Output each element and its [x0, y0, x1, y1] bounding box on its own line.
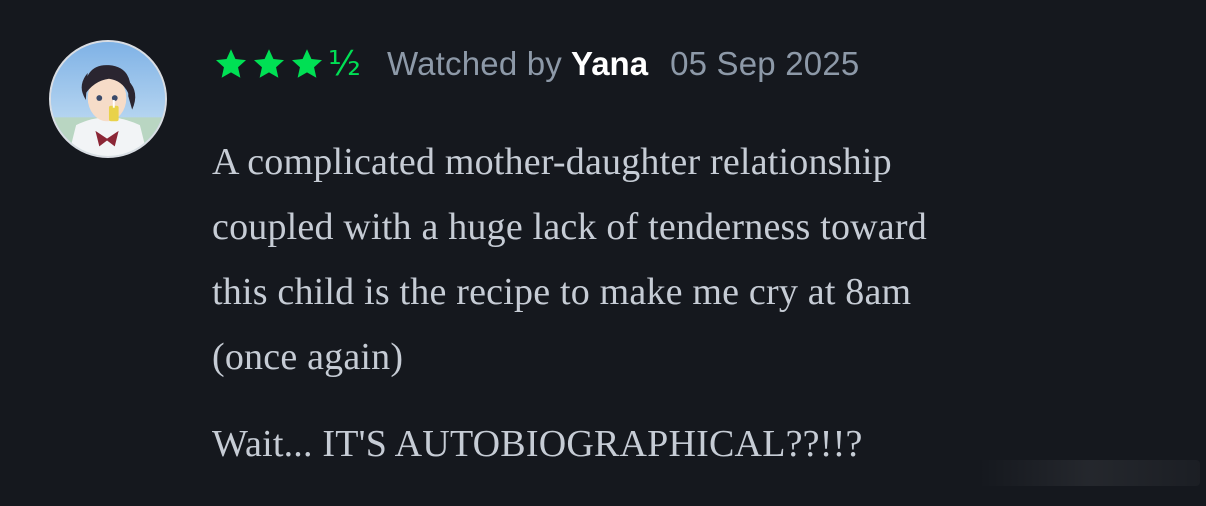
star-rating: ½ — [212, 42, 387, 86]
review-line: coupled with a huge lack of tenderness t… — [212, 206, 927, 248]
watched-by-label: Watched by — [386, 45, 562, 82]
review-line: (once again) — [212, 336, 404, 378]
star-icon — [250, 46, 288, 82]
review-line: A complicated mother-daughter relationsh… — [212, 141, 892, 183]
review-body: A complicated mother-daughter relationsh… — [212, 130, 1172, 477]
watermark — [978, 460, 1200, 486]
user-avatar-illustration — [51, 42, 165, 156]
review-card: ½ Watched by Yana 05 Sep 2025 A complica… — [0, 0, 1206, 506]
review-date[interactable]: 05 Sep 2025 — [670, 45, 859, 83]
star-icon — [212, 46, 250, 82]
half-star: ½ — [328, 44, 361, 84]
review-line: this child is the recipe to make me cry … — [212, 271, 912, 313]
review-paragraph: A complicated mother-daughter relationsh… — [212, 130, 1172, 390]
review-meta: ½ Watched by Yana 05 Sep 2025 — [212, 42, 859, 86]
avatar[interactable] — [49, 40, 167, 158]
username-link[interactable]: Yana — [571, 45, 648, 83]
star-icon — [288, 46, 326, 82]
